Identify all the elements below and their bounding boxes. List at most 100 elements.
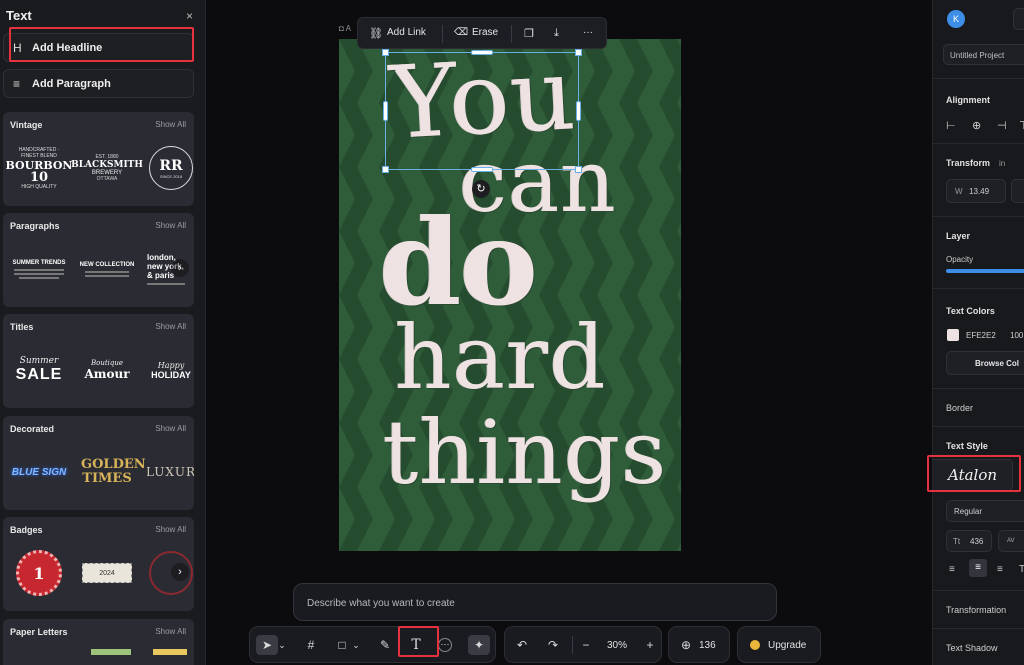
erase-button[interactable]: Erase — [472, 27, 498, 38]
template-monogram[interactable]: RR SINCE 2018 — [147, 140, 194, 196]
project-name-field[interactable]: Untitled Project — [943, 44, 1024, 65]
history-zoom-group: ↶ ↷ − 30% + — [504, 626, 662, 663]
template-bourbon[interactable]: HANDCRAFTED · FINEST BLEND BOURBON 10 HI… — [6, 140, 73, 196]
poster-word-hard[interactable]: hard — [395, 314, 607, 402]
badge-ticket: 2024 — [82, 563, 132, 583]
category-titles: Titles Show All Summer SALE Boutique Amo… — [3, 314, 194, 408]
text-line — [14, 272, 64, 275]
show-all-link[interactable]: Show All — [155, 120, 186, 129]
poster-artboard[interactable]: You can do hard things — [339, 39, 681, 551]
template-text: Happy — [157, 360, 185, 370]
color-opacity[interactable]: 100 — [1010, 331, 1023, 340]
template-new-collection[interactable]: NEW COLLECTION — [79, 241, 135, 297]
more-icon[interactable]: ··· — [583, 27, 593, 38]
chevron-down-icon[interactable]: ⌄ — [276, 635, 288, 655]
category-title: Paragraphs — [10, 221, 60, 231]
template-summer-sale[interactable]: Summer SALE — [11, 342, 67, 398]
template-summer-trends[interactable]: SUMMER TRENDS — [11, 241, 67, 297]
chevron-right-icon[interactable]: › — [171, 259, 189, 277]
avatar[interactable]: K — [947, 10, 965, 28]
font-size-field[interactable]: Tt 436 — [946, 530, 992, 552]
undo-icon[interactable]: ↶ — [511, 635, 533, 655]
share-button[interactable] — [1013, 8, 1024, 30]
color-hex[interactable]: EFE2E2 — [966, 331, 996, 340]
template-holiday[interactable]: Happy HOLIDAY — [147, 342, 194, 398]
template-badge-ticket[interactable]: 2024 — [79, 545, 135, 601]
template-luxury[interactable]: LUXUR — [147, 444, 194, 500]
zoom-in-button[interactable]: + — [639, 635, 661, 655]
show-all-link[interactable]: Show All — [155, 627, 186, 636]
text-colors-section: Text Colors EFE2E2 100 Browse Col — [933, 288, 1024, 388]
align-center-icon[interactable]: ⊕ — [972, 119, 981, 132]
close-icon[interactable]: × — [186, 9, 193, 23]
font-weight-select[interactable]: Regular — [946, 500, 1024, 522]
pen-tool-icon[interactable]: ✎ — [374, 635, 396, 655]
text-case-icon[interactable]: T — [1019, 564, 1024, 575]
height-field[interactable] — [1011, 179, 1024, 203]
zoom-level[interactable]: 30% — [607, 640, 627, 651]
prompt-input[interactable]: Describe what you want to create — [293, 583, 777, 621]
heading-icon: H — [13, 41, 22, 55]
transform-section: Transform in W 13.49 — [933, 143, 1024, 216]
add-headline-button[interactable]: H Add Headline — [3, 33, 194, 62]
align-top-icon[interactable]: ⊤ — [1019, 119, 1024, 132]
template-blue-sign[interactable]: BLUE SIGN — [11, 444, 67, 500]
template-text: HIGH QUALITY — [21, 183, 57, 190]
show-all-link[interactable]: Show All — [155, 221, 186, 230]
category-title: Vintage — [10, 120, 43, 130]
font-preview[interactable]: Atalon — [933, 459, 1013, 491]
template-text: Boutique — [90, 359, 124, 367]
template-amour[interactable]: Boutique Amour — [79, 342, 135, 398]
add-paragraph-label: Add Paragraph — [32, 78, 111, 90]
comment-tool-icon[interactable]: ⋯ — [438, 638, 452, 652]
show-all-link[interactable]: Show All — [155, 525, 186, 534]
panel-header: Text × — [0, 0, 206, 28]
template-text: NEW COLLECTION — [79, 261, 135, 268]
color-swatch[interactable] — [947, 329, 959, 341]
poster-word-do[interactable]: do — [379, 204, 538, 322]
template-text: OTTAWA — [96, 176, 118, 182]
border-section[interactable]: Border — [933, 388, 1024, 426]
template-badge-red[interactable]: 1 — [11, 545, 67, 601]
template-golden-times[interactable]: GOLDEN TIMES — [79, 444, 146, 500]
opacity-slider[interactable] — [946, 269, 1024, 273]
frame-tool-icon[interactable]: # — [300, 635, 322, 655]
show-all-link[interactable]: Show All — [155, 424, 186, 433]
text-align-left-icon[interactable]: ≡ — [949, 564, 955, 575]
text-line — [85, 274, 129, 277]
text-shadow-section[interactable]: Text Shadow — [933, 628, 1024, 665]
rotate-icon[interactable]: ↻ — [472, 180, 490, 198]
template-text: SINCE 2018 — [159, 173, 183, 179]
letter-spacing-icon: AV — [1007, 538, 1015, 544]
add-link-button[interactable]: Add Link — [387, 27, 426, 38]
duplicate-icon[interactable]: ❐ — [524, 27, 534, 40]
align-left-icon[interactable]: ⊢ — [946, 119, 956, 132]
show-all-link[interactable]: Show All — [155, 322, 186, 331]
chevron-right-icon[interactable]: › — [171, 563, 189, 581]
section-title: Transformation — [946, 605, 1007, 615]
upgrade-button[interactable]: Upgrade — [737, 626, 821, 663]
add-paragraph-button[interactable]: ≡ Add Paragraph — [3, 69, 194, 98]
chevron-down-icon[interactable]: ⌄ — [350, 635, 362, 655]
section-title: Border — [946, 403, 974, 413]
browse-colors-button[interactable]: Browse Col — [946, 351, 1024, 375]
redo-icon[interactable]: ↷ — [542, 635, 564, 655]
align-right-icon[interactable]: ⊣ — [997, 119, 1007, 132]
transformation-section[interactable]: Transformation — [933, 590, 1024, 628]
template-text: LUXUR — [147, 465, 194, 479]
poster-word-things[interactable]: things — [383, 409, 667, 497]
text-tool-icon[interactable]: T — [405, 635, 427, 655]
category-badges: Badges Show All 1 2024 › — [3, 517, 194, 611]
select-tool-icon[interactable]: ➤ — [256, 635, 278, 655]
font-name: Atalon — [948, 466, 998, 484]
credits-group[interactable]: ⊕ 136 — [668, 626, 730, 663]
ai-sparkle-icon[interactable]: ✦ — [468, 635, 490, 655]
template-blacksmith[interactable]: EST. 1880 BLACKSMITH BREWERY OTTAWA — [71, 140, 143, 196]
text-align-center-icon[interactable]: ≡ — [969, 559, 987, 577]
width-field[interactable]: W 13.49 — [946, 179, 1006, 203]
add-headline-label: Add Headline — [32, 42, 103, 54]
letter-spacing-field[interactable]: AV — [998, 530, 1024, 552]
download-icon[interactable]: ⤓ — [554, 27, 559, 40]
zoom-out-button[interactable]: − — [575, 635, 597, 655]
text-align-right-icon[interactable]: ≡ — [997, 564, 1003, 575]
